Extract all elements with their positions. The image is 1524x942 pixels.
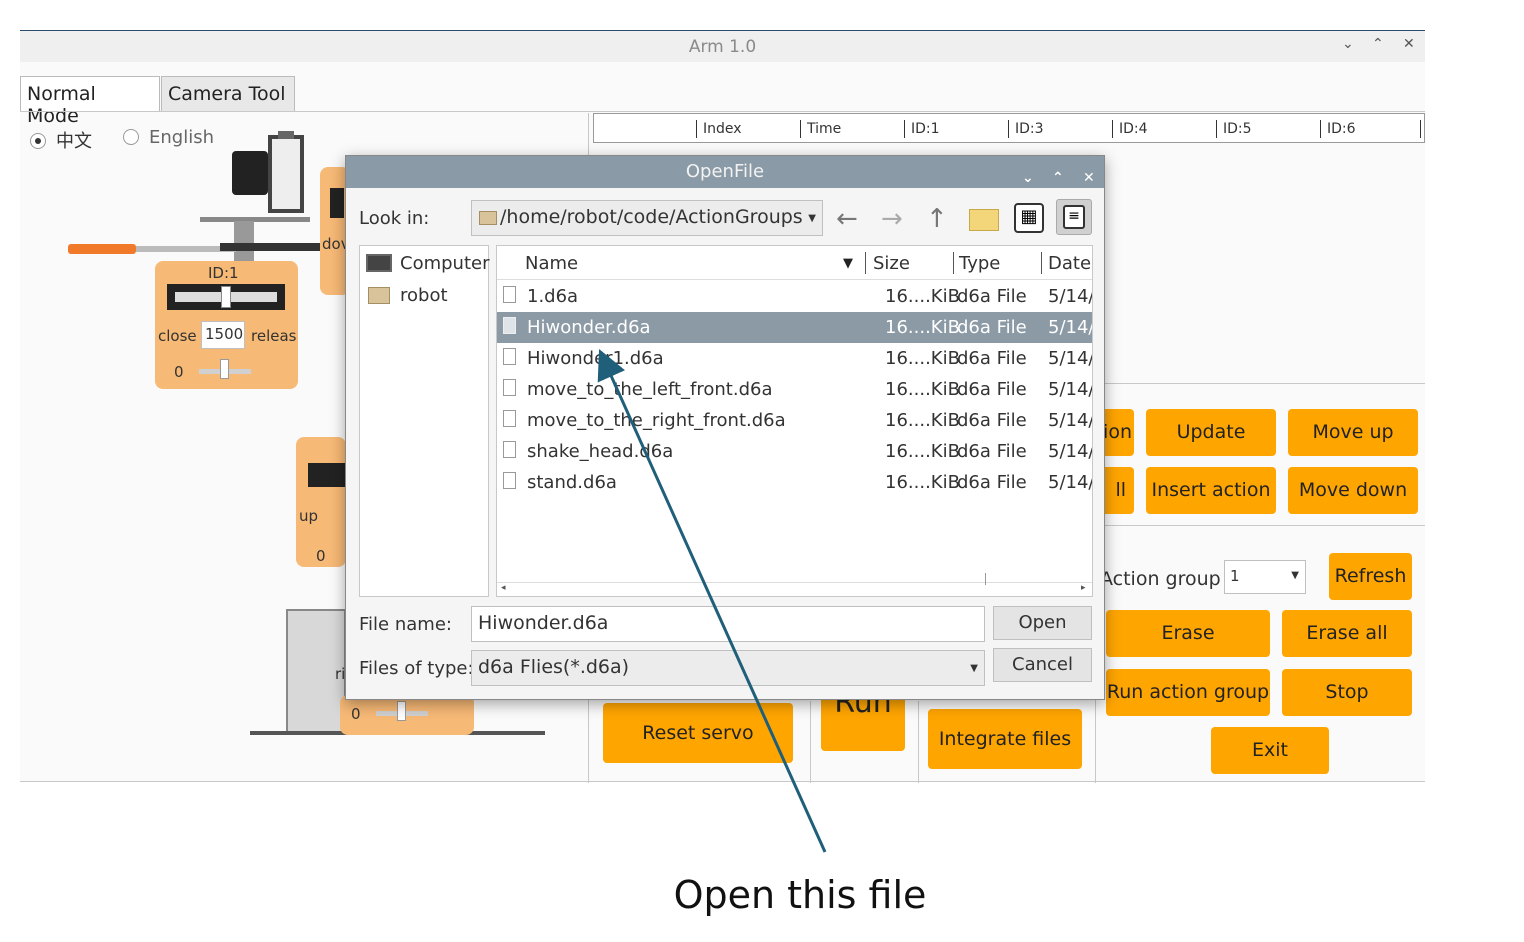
annotation-arrow (597, 349, 827, 853)
annotation-caption: Open this file (673, 873, 927, 917)
